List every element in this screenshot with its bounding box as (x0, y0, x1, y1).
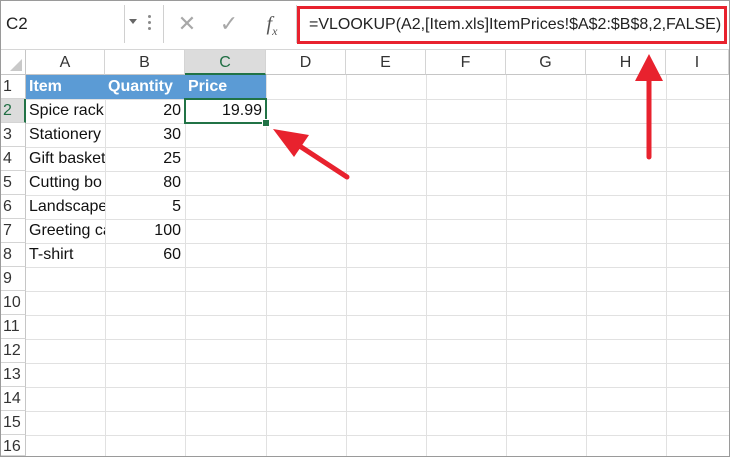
formula-buttons: ✕ ✓ fx (163, 5, 297, 43)
row-header-12[interactable]: 12 (1, 339, 26, 363)
row-header-15[interactable]: 15 (1, 411, 26, 435)
row-header-4[interactable]: 4 (1, 147, 26, 171)
gridline (26, 267, 729, 268)
select-all-button[interactable] (1, 50, 26, 75)
name-box-dropdown-icon[interactable] (129, 19, 137, 24)
row-header-2[interactable]: 2 (1, 99, 26, 123)
row-header-8[interactable]: 8 (1, 243, 26, 267)
gridline (426, 75, 427, 456)
row-header-16[interactable]: 16 (1, 435, 26, 456)
cancel-icon[interactable]: ✕ (174, 5, 200, 43)
insert-function-icon[interactable]: fx (258, 5, 286, 43)
gridline (26, 315, 729, 316)
gridline (506, 75, 507, 456)
gridline (586, 75, 587, 456)
name-box[interactable]: C2 (1, 5, 125, 43)
cell-b1[interactable]: Quantity (105, 75, 186, 99)
row-header-11[interactable]: 11 (1, 315, 26, 339)
more-options-icon[interactable] (148, 15, 152, 35)
cell-b7[interactable]: 100 (105, 219, 185, 243)
column-header-c[interactable]: C (185, 50, 266, 75)
column-header-i[interactable]: I (666, 50, 729, 75)
column-header-h[interactable]: H (586, 50, 666, 75)
formula-input[interactable]: =VLOOKUP(A2,[Item.xls]ItemPrices!$A$2:$B… (297, 6, 727, 44)
gridline (26, 387, 729, 388)
column-header-d[interactable]: D (266, 50, 346, 75)
cell-b4[interactable]: 25 (105, 147, 185, 171)
column-header-f[interactable]: F (426, 50, 506, 75)
select-all-icon (10, 59, 22, 71)
gridline (26, 411, 729, 412)
cell-b2[interactable]: 20 (105, 99, 185, 123)
column-header-e[interactable]: E (346, 50, 426, 75)
cell-a6[interactable]: Landscape (26, 195, 105, 219)
cell-a7[interactable]: Greeting ca (26, 219, 105, 243)
column-header-b[interactable]: B (105, 50, 185, 75)
row-header-14[interactable]: 14 (1, 387, 26, 411)
column-header-g[interactable]: G (506, 50, 586, 75)
gridline (26, 363, 729, 364)
enter-icon[interactable]: ✓ (216, 5, 242, 43)
row-header-9[interactable]: 9 (1, 267, 26, 291)
worksheet-grid[interactable]: A B C D E F G H I 1 2 3 4 5 6 7 8 9 10 1… (1, 50, 729, 456)
cell-a5[interactable]: Cutting bo (26, 171, 105, 195)
cell-a8[interactable]: T-shirt (26, 243, 105, 267)
fill-handle[interactable] (262, 119, 270, 127)
gridline (26, 291, 729, 292)
row-header-13[interactable]: 13 (1, 363, 26, 387)
gridline (26, 435, 729, 436)
row-header-7[interactable]: 7 (1, 219, 26, 243)
cell-a4[interactable]: Gift basket (26, 147, 105, 171)
cell-c1[interactable]: Price (185, 75, 266, 99)
cell-b6[interactable]: 5 (105, 195, 185, 219)
gridline (185, 75, 186, 456)
row-header-10[interactable]: 10 (1, 291, 26, 315)
cell-b8[interactable]: 60 (105, 243, 185, 267)
formula-bar: C2 ✕ ✓ fx =VLOOKUP(A2,[Item.xls]ItemPric… (1, 1, 729, 49)
gridline (666, 75, 667, 456)
fx-sub: x (272, 24, 278, 38)
row-header-1[interactable]: 1 (1, 75, 26, 99)
cell-b3[interactable]: 30 (105, 123, 185, 147)
gridline (26, 339, 729, 340)
row-header-5[interactable]: 5 (1, 171, 26, 195)
cell-a1[interactable]: Item (26, 75, 106, 99)
row-header-3[interactable]: 3 (1, 123, 26, 147)
gridline (266, 75, 267, 456)
cell-b5[interactable]: 80 (105, 171, 185, 195)
gridline (346, 75, 347, 456)
cell-a2[interactable]: Spice rack (26, 99, 105, 123)
active-cell-border (184, 98, 267, 124)
excel-window: C2 ✕ ✓ fx =VLOOKUP(A2,[Item.xls]ItemPric… (0, 0, 730, 457)
cell-a3[interactable]: Stationery (26, 123, 105, 147)
column-header-a[interactable]: A (26, 50, 105, 75)
row-header-6[interactable]: 6 (1, 195, 26, 219)
